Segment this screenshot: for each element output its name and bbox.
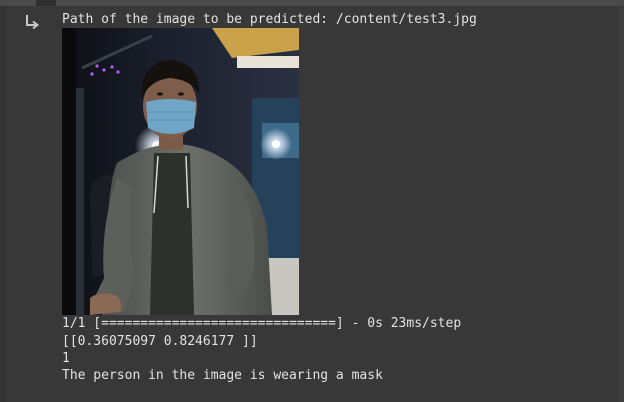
prediction-input-image [62,28,299,315]
scrollbar-track[interactable] [619,6,624,402]
progress-text: 1/1 [==============================] - 0… [62,316,462,331]
prediction-verdict-text: The person in the image is wearing a mas… [62,368,383,383]
output-redirect-icon[interactable] [24,13,42,31]
probabilities-text: [[0.36075097 0.8246177 ]] [62,334,258,349]
image-path-text: Path of the image to be predicted: /cont… [62,12,477,27]
predicted-class-text: 1 [62,351,70,366]
